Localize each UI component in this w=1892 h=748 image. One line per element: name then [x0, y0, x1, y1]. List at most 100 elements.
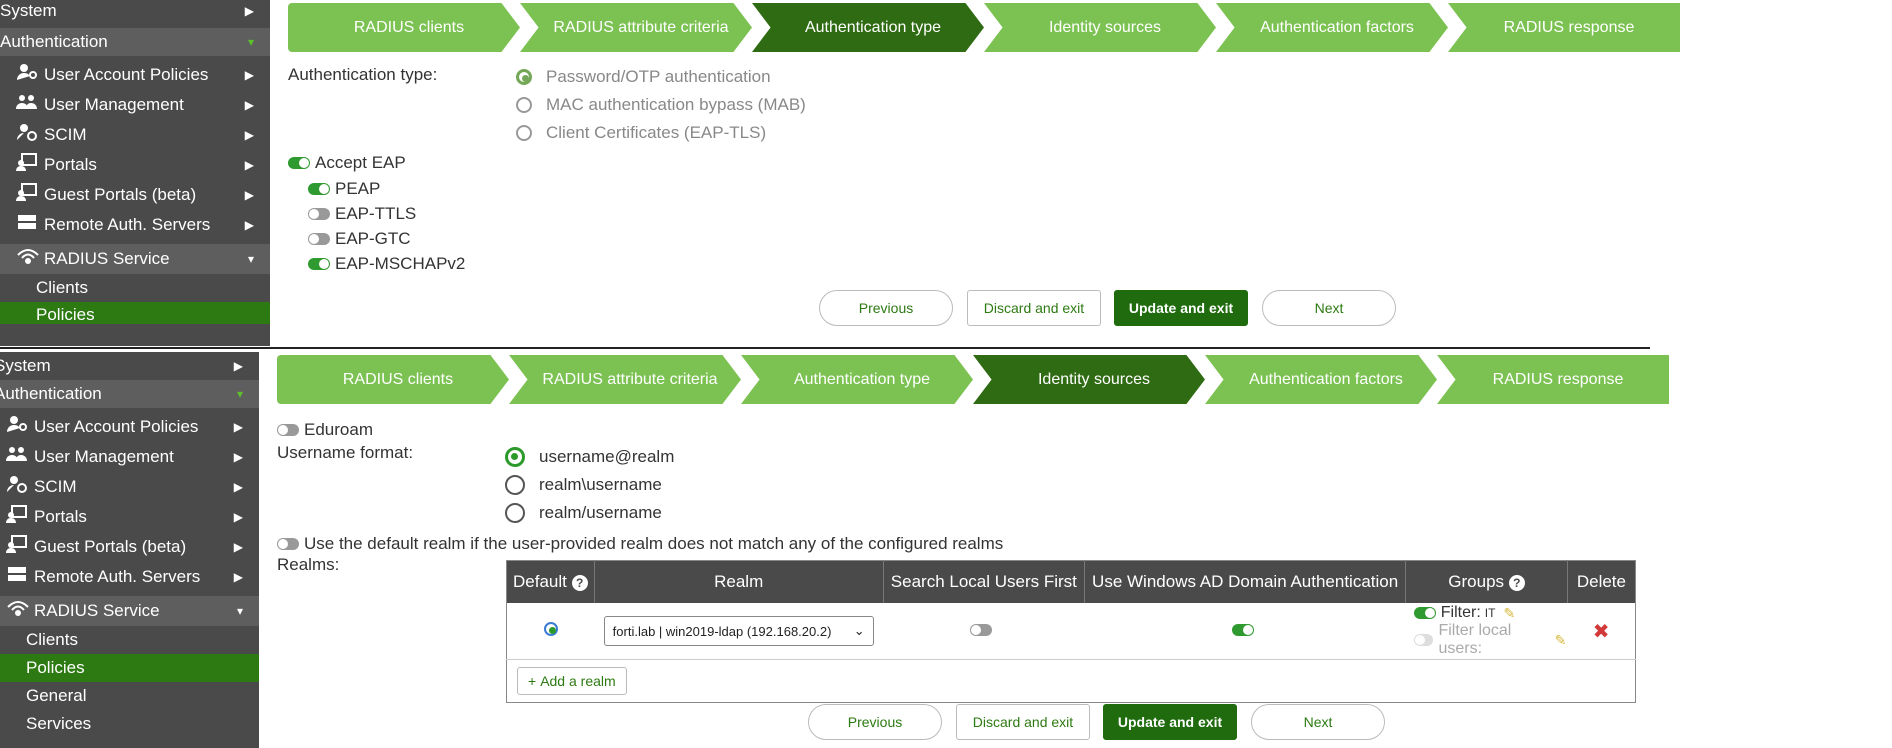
toggle-switch[interactable] [308, 233, 330, 245]
toggle-label: EAP-MSCHAPv2 [335, 254, 466, 273]
radio-eap-tls[interactable]: Client Certificates (EAP-TLS) [516, 123, 766, 143]
wizard-step-authentication-type[interactable]: Authentication type [752, 3, 984, 52]
sidebar-item-user-management[interactable]: User Management ▶ [0, 90, 270, 120]
wizard-step-radius-attribute-criteria[interactable]: RADIUS attribute criteria [520, 3, 752, 52]
sidebar-item-label: Guest Portals (beta) [44, 185, 197, 204]
wizard-step-radius-clients[interactable]: RADIUS clients [288, 3, 520, 52]
wizard-step-label: RADIUS attribute criteria [553, 18, 729, 36]
users-icon [6, 443, 30, 473]
toggle-switch[interactable] [308, 183, 330, 195]
toggle-switch[interactable] [308, 258, 330, 270]
sidebar-item-policies[interactable]: Policies [0, 654, 259, 682]
sidebar-item-clients[interactable]: Clients [0, 274, 270, 302]
sidebar-item-system[interactable]: System ▶ [0, 352, 259, 380]
sidebar-item-policies[interactable]: Policies [0, 302, 270, 324]
wizard-step-label: Authentication type [804, 18, 942, 36]
discard-and-exit-button[interactable]: Discard and exit [956, 704, 1090, 740]
eap-mschapv2-toggle[interactable]: EAP-MSCHAPv2 [308, 254, 465, 274]
eap-gtc-toggle[interactable]: EAP-GTC [308, 229, 411, 249]
radio-realm-slash-username[interactable]: realm/username [505, 503, 662, 523]
wizard-step-authentication-type[interactable]: Authentication type [741, 355, 973, 404]
default-realm-radio[interactable] [543, 622, 558, 636]
sidebar-item-label: Remote Auth. Servers [44, 215, 211, 234]
sidebar-item-authentication[interactable]: Authentication ▾ [0, 28, 270, 56]
toggle-switch[interactable] [277, 538, 299, 550]
realm-select[interactable]: forti.lab | win2019-ldap (192.168.20.2) … [603, 616, 874, 646]
sidebar-item-authentication[interactable]: Authentication ▾ [0, 380, 259, 408]
sidebar-item-label: SCIM [34, 477, 77, 496]
radio-label: Client Certificates (EAP-TLS) [546, 123, 767, 142]
wizard-step-identity-sources[interactable]: Identity sources [984, 3, 1216, 52]
radio-indicator[interactable] [516, 125, 532, 141]
toggle-switch[interactable] [288, 157, 310, 169]
delete-icon[interactable]: ✖ [1593, 621, 1610, 643]
update-and-exit-button[interactable]: Update and exit [1114, 290, 1248, 326]
pencil-icon[interactable]: ✎ [1503, 605, 1515, 622]
sidebar-item-system[interactable]: System ▶ [0, 0, 270, 28]
add-realm-button[interactable]: + Add a realm [517, 667, 627, 695]
sidebar-item-guest-portals[interactable]: Guest Portals (beta) ▶ [0, 180, 270, 210]
sidebar-item-radius-service[interactable]: RADIUS Service ▾ [0, 244, 270, 274]
next-button[interactable]: Next [1251, 704, 1385, 740]
sidebar-item-portals[interactable]: Portals ▶ [0, 150, 270, 180]
radio-username-at-realm[interactable]: username@realm [505, 447, 674, 467]
peap-toggle[interactable]: PEAP [308, 179, 380, 199]
search-local-users-toggle[interactable] [970, 624, 993, 636]
previous-button[interactable]: Previous [819, 290, 953, 326]
radio-realm-backslash-username[interactable]: realm\username [505, 475, 662, 495]
add-realm-cell: + Add a realm [507, 660, 1636, 703]
group-filter-toggle[interactable] [1413, 607, 1436, 619]
eduroam-toggle[interactable]: Eduroam [277, 420, 373, 440]
previous-button[interactable]: Previous [808, 704, 942, 740]
sidebar-item-user-management[interactable]: User Management ▶ [0, 442, 259, 472]
help-icon[interactable]: ? [571, 574, 588, 591]
next-button[interactable]: Next [1262, 290, 1396, 326]
eap-ttls-toggle[interactable]: EAP-TTLS [308, 204, 416, 224]
radio-password-otp[interactable]: Password/OTP authentication [516, 67, 771, 87]
chevron-right-icon: ▶ [233, 540, 243, 554]
sidebar-item-remote-auth-servers[interactable]: Remote Auth. Servers ▶ [0, 562, 259, 592]
sidebar-item-scim[interactable]: SCIM ▶ [0, 120, 270, 150]
radio-indicator[interactable] [516, 69, 532, 85]
radio-indicator[interactable] [505, 503, 525, 523]
sidebar-item-remote-auth-servers[interactable]: Remote Auth. Servers ▶ [0, 210, 270, 240]
toggle-label: PEAP [335, 179, 381, 198]
bottom-screenshot-panel: System ▶ Authentication ▾ User Account P… [0, 352, 1892, 748]
delete-cell: ✖ [1567, 603, 1636, 660]
update-and-exit-button[interactable]: Update and exit [1103, 704, 1237, 740]
wizard-step-identity-sources[interactable]: Identity sources [973, 355, 1205, 404]
accept-eap-toggle[interactable]: Accept EAP [288, 153, 406, 173]
radio-indicator[interactable] [516, 97, 532, 113]
sidebar-item-services[interactable]: Services [0, 710, 259, 738]
table-row-add: + Add a realm [507, 660, 1636, 703]
top-screenshot-panel: System ▶ Authentication ▾ User Account P… [0, 0, 1892, 346]
discard-and-exit-button[interactable]: Discard and exit [967, 290, 1101, 326]
sidebar-item-portals[interactable]: Portals ▶ [0, 502, 259, 532]
default-realm-toggle[interactable]: Use the default realm if the user-provid… [277, 534, 1003, 554]
sidebar-item-general[interactable]: General [0, 682, 259, 710]
wizard-step-radius-response[interactable]: RADIUS response [1437, 355, 1669, 404]
radio-mab[interactable]: MAC authentication bypass (MAB) [516, 95, 806, 115]
sidebar-item-user-account-policies[interactable]: User Account Policies ▶ [0, 60, 270, 90]
wizard-step-radius-response[interactable]: RADIUS response [1448, 3, 1680, 52]
wizard-step-radius-attribute-criteria[interactable]: RADIUS attribute criteria [509, 355, 741, 404]
sidebar-item-guest-portals[interactable]: Guest Portals (beta) ▶ [0, 532, 259, 562]
radio-indicator[interactable] [505, 447, 525, 467]
pencil-icon[interactable]: ✎ [1555, 632, 1567, 649]
toggle-switch[interactable] [308, 208, 330, 220]
radio-indicator[interactable] [505, 475, 525, 495]
chevron-right-icon: ▶ [244, 4, 254, 18]
sidebar-item-scim[interactable]: SCIM ▶ [0, 472, 259, 502]
sidebar-item-radius-service[interactable]: RADIUS Service ▾ [0, 596, 259, 626]
chevron-right-icon: ▶ [233, 570, 243, 584]
sidebar-item-clients[interactable]: Clients [0, 626, 259, 654]
group-filter-label: Filter: [1440, 604, 1481, 621]
sidebar-item-user-account-policies[interactable]: User Account Policies ▶ [0, 412, 259, 442]
wizard-step-authentication-factors[interactable]: Authentication factors [1205, 355, 1437, 404]
toggle-switch[interactable] [277, 424, 299, 436]
wizard-step-authentication-factors[interactable]: Authentication factors [1216, 3, 1448, 52]
help-icon[interactable]: ? [1508, 574, 1525, 591]
windows-ad-toggle[interactable] [1231, 624, 1254, 636]
filter-local-users-toggle[interactable] [1413, 634, 1434, 646]
wizard-step-radius-clients[interactable]: RADIUS clients [277, 355, 509, 404]
